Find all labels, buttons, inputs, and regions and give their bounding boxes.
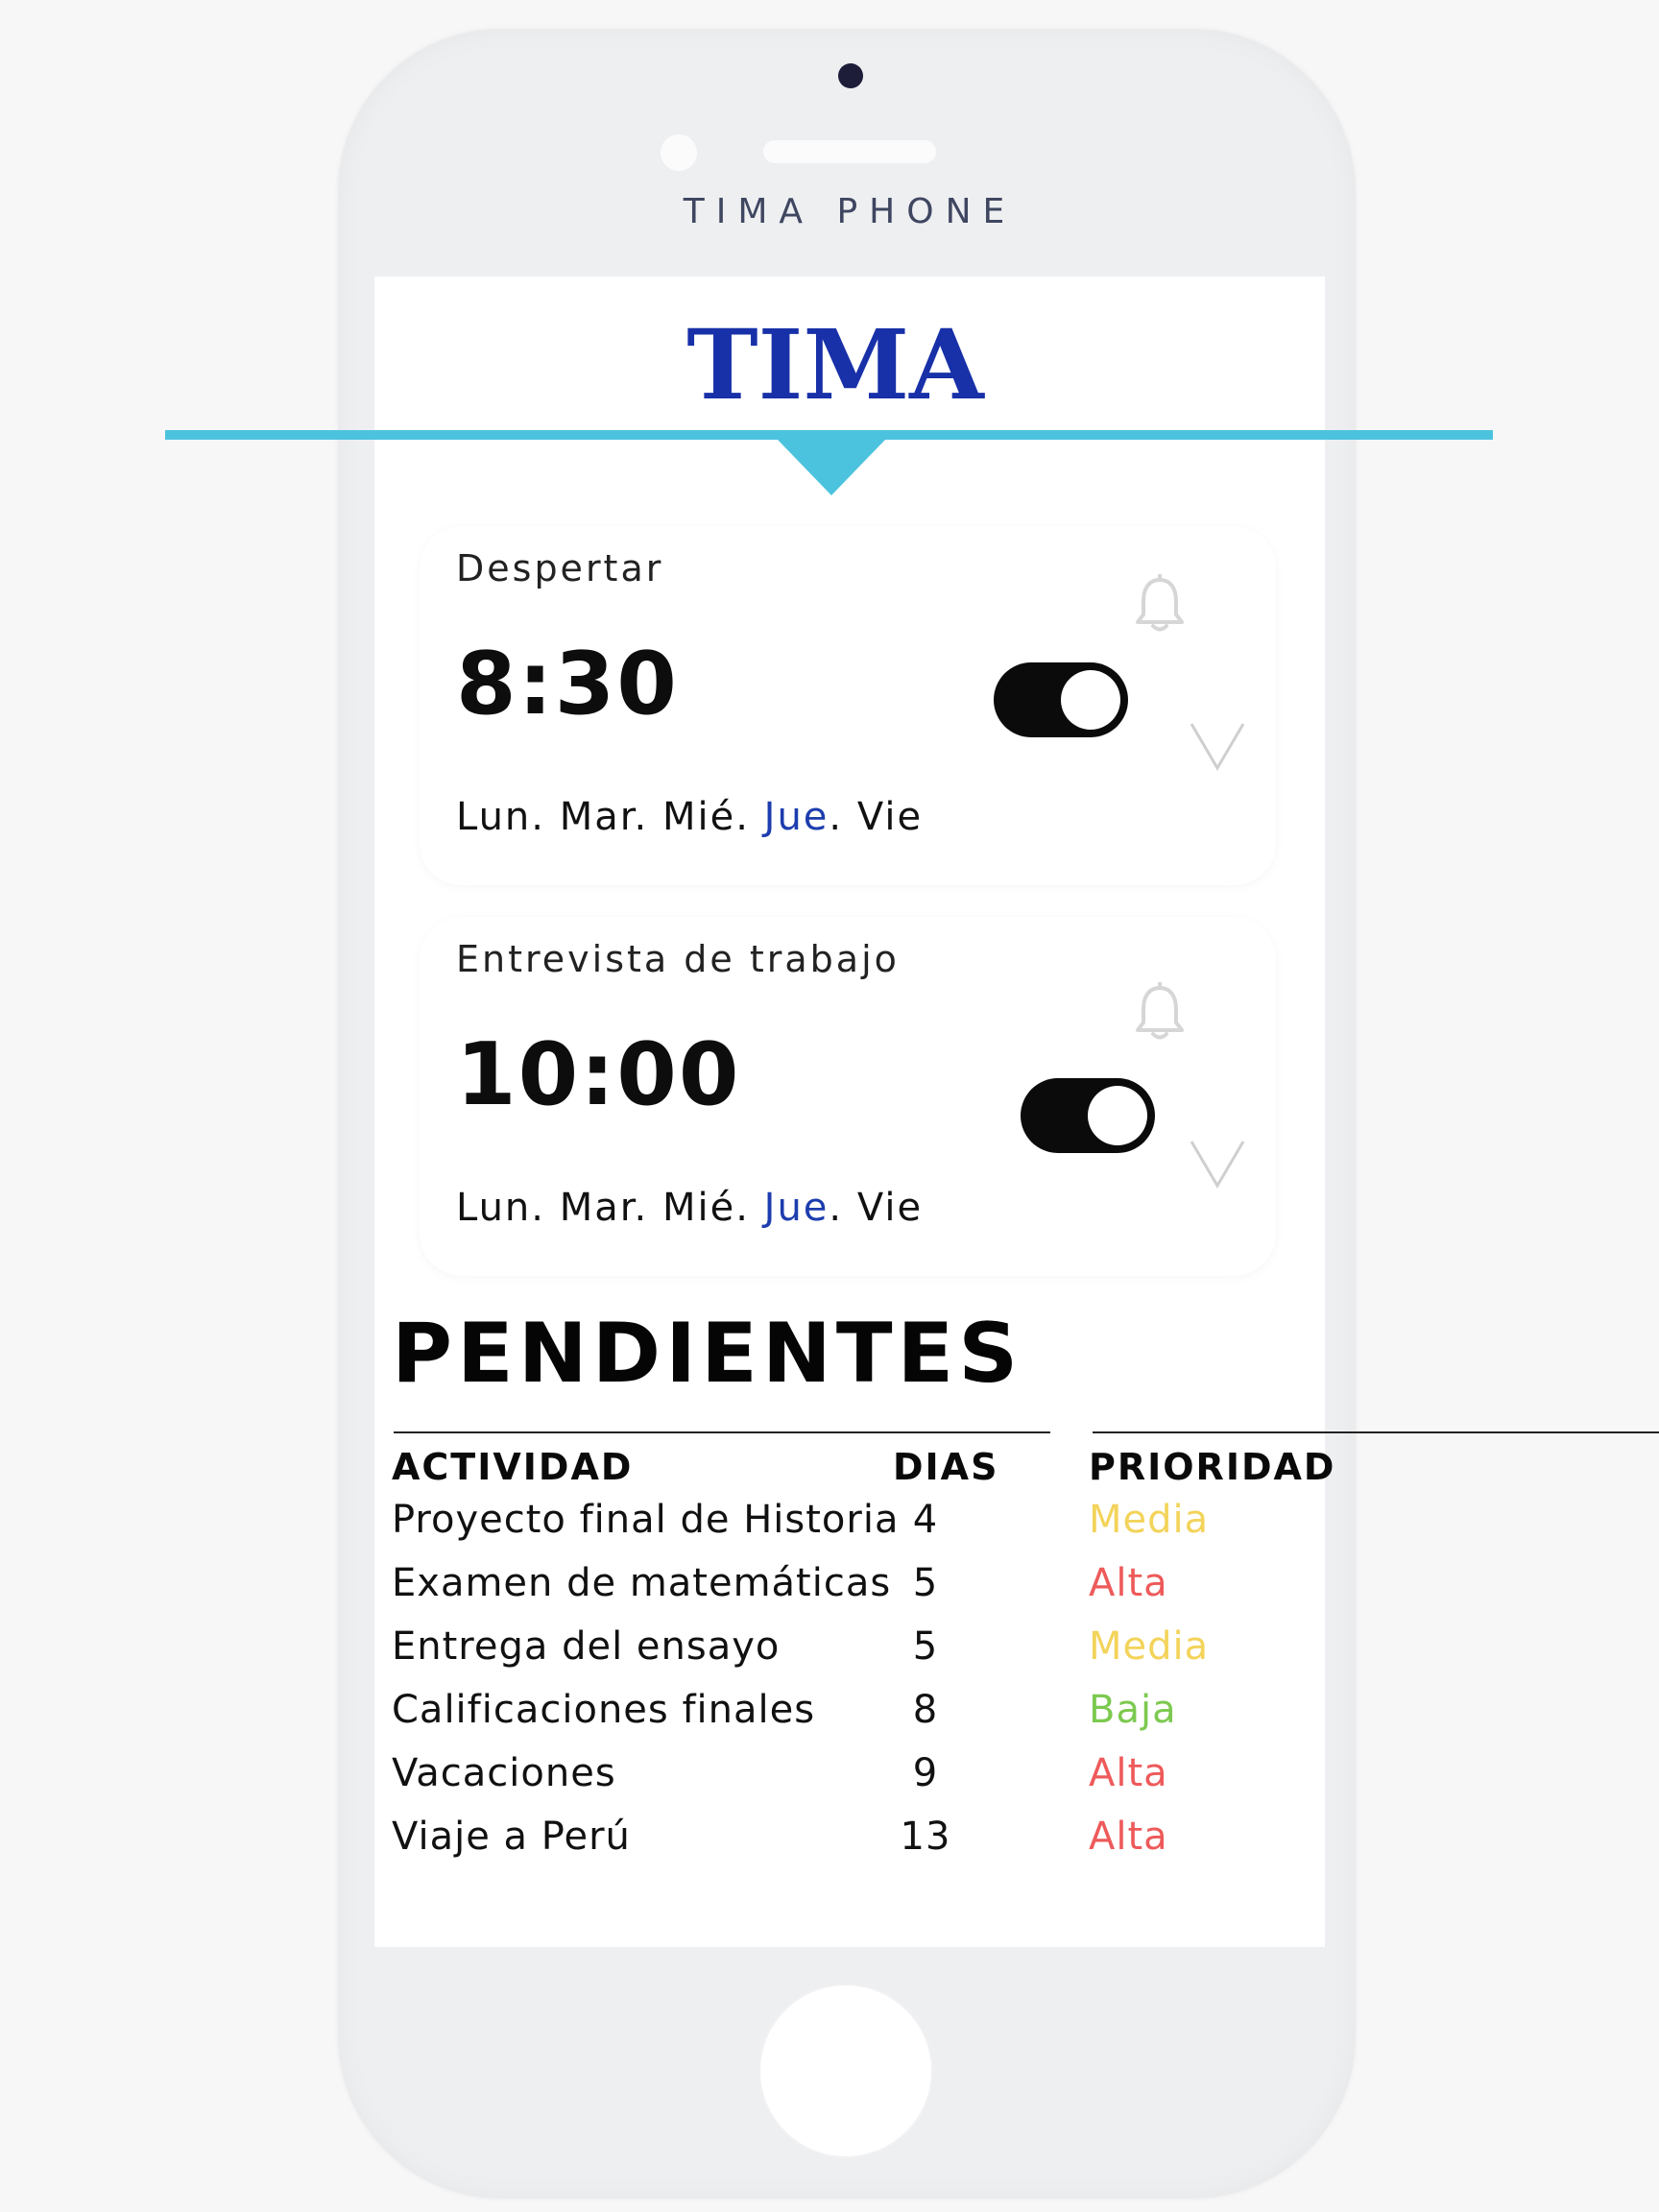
row-activity[interactable]: Entrega del ensayo <box>392 1624 780 1669</box>
device-brand-label: TIMA PHONE <box>683 192 1017 231</box>
column-header-activity: ACTIVIDAD <box>392 1446 634 1488</box>
row-activity[interactable]: Calificaciones finales <box>392 1688 815 1732</box>
alarm-label: Despertar <box>456 547 664 589</box>
earpiece-speaker <box>763 140 936 163</box>
table-divider <box>1093 1431 1659 1433</box>
header-pointer <box>778 440 885 495</box>
chevron-down-icon[interactable] <box>1188 720 1247 774</box>
toggle-knob <box>1061 670 1120 730</box>
row-days: 9 <box>912 1751 939 1795</box>
day-thu[interactable]: Jue <box>764 1186 830 1230</box>
column-header-priority: PRIORIDAD <box>1089 1446 1336 1488</box>
day-separator: . <box>531 795 560 839</box>
row-days: 13 <box>900 1815 951 1859</box>
alarm-toggle[interactable] <box>994 662 1128 737</box>
day-tue[interactable]: Mar <box>560 1186 635 1230</box>
day-mon[interactable]: Lun <box>456 1186 531 1230</box>
row-activity[interactable]: Examen de matemáticas <box>392 1561 891 1605</box>
bell-icon[interactable] <box>1132 574 1188 634</box>
day-fri[interactable]: Vie <box>857 1186 923 1230</box>
row-priority: Alta <box>1089 1561 1168 1605</box>
day-separator: . <box>634 1186 662 1230</box>
day-mon[interactable]: Lun <box>456 795 531 839</box>
day-tue[interactable]: Mar <box>560 795 635 839</box>
home-button[interactable] <box>760 1985 931 2156</box>
day-separator: . <box>531 1186 560 1230</box>
row-days: 5 <box>912 1624 939 1669</box>
alarm-toggle[interactable] <box>1021 1078 1155 1153</box>
row-priority: Media <box>1089 1498 1210 1542</box>
alarm-time[interactable]: 8:30 <box>456 634 679 734</box>
alarm-card[interactable]: Entrevista de trabajo 10:00 Lun. Mar. Mi… <box>420 917 1276 1276</box>
row-activity[interactable]: Proyecto final de Historia <box>392 1498 899 1542</box>
day-wed[interactable]: Mié <box>662 1186 735 1230</box>
row-activity[interactable]: Vacaciones <box>392 1751 616 1795</box>
app-title: TIMA <box>686 308 984 421</box>
toggle-knob <box>1088 1086 1147 1145</box>
pendientes-title: PENDIENTES <box>392 1306 1023 1402</box>
alarm-days: Lun. Mar. Mié. Jue. Vie <box>456 1186 923 1230</box>
header-divider <box>165 430 1493 440</box>
table-divider <box>394 1431 1050 1433</box>
row-days: 4 <box>912 1498 939 1542</box>
front-camera <box>838 63 863 88</box>
alarm-label: Entrevista de trabajo <box>456 938 900 980</box>
day-separator: . <box>634 795 662 839</box>
bell-icon[interactable] <box>1132 982 1188 1042</box>
row-days: 5 <box>912 1561 939 1605</box>
row-priority: Baja <box>1089 1688 1177 1732</box>
day-thu[interactable]: Jue <box>764 795 830 839</box>
day-separator: . <box>735 795 764 839</box>
column-header-days: DIAS <box>893 1446 999 1488</box>
alarm-days: Lun. Mar. Mié. Jue. Vie <box>456 795 923 839</box>
alarm-time[interactable]: 10:00 <box>456 1024 740 1125</box>
day-wed[interactable]: Mié <box>662 795 735 839</box>
day-separator: . <box>829 795 857 839</box>
row-activity[interactable]: Viaje a Perú <box>392 1815 631 1859</box>
row-priority: Alta <box>1089 1815 1168 1859</box>
day-separator: . <box>735 1186 764 1230</box>
chevron-down-icon[interactable] <box>1188 1138 1247 1191</box>
alarm-card[interactable]: Despertar 8:30 Lun. Mar. Mié. Jue. Vie <box>420 526 1276 885</box>
row-days: 8 <box>912 1688 939 1732</box>
proximity-sensor <box>661 134 697 171</box>
row-priority: Alta <box>1089 1751 1168 1795</box>
day-separator: . <box>829 1186 857 1230</box>
row-priority: Media <box>1089 1624 1210 1669</box>
day-fri[interactable]: Vie <box>857 795 923 839</box>
